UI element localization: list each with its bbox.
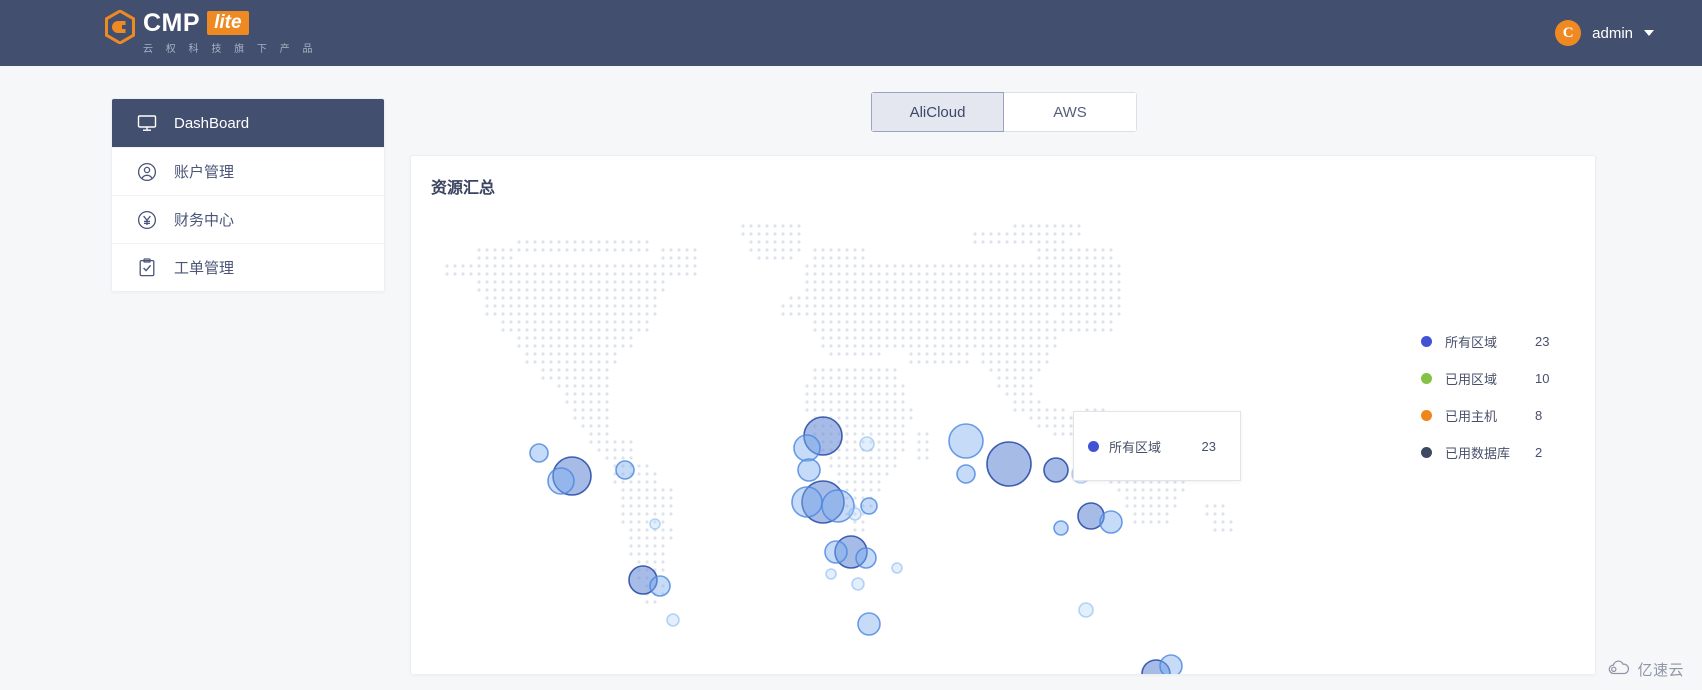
legend-label: 已用主机 — [1445, 409, 1498, 424]
logo-name: CMP — [143, 9, 201, 37]
legend-value: 23 — [1535, 334, 1550, 349]
legend-item-all-regions[interactable]: 所有区域 23 — [1421, 323, 1549, 360]
legend-value: 2 — [1535, 445, 1543, 460]
legend-value: 8 — [1535, 408, 1543, 423]
sidebar-item-dashboard[interactable]: DashBoard — [112, 99, 384, 147]
map-legend: 所有区域 23 已用区域 10 已用主机 8 已用数据库 2 — [1421, 323, 1549, 471]
sidebar-item-label: 工单管理 — [174, 260, 235, 277]
legend-label: 已用数据库 — [1445, 446, 1511, 461]
cloud-icon — [1607, 660, 1631, 679]
cmp-hex-logo-icon — [105, 9, 135, 45]
chevron-down-icon[interactable] — [1644, 30, 1654, 36]
sidebar-item-account[interactable]: 账户管理 — [112, 147, 384, 195]
tooltip-color-dot — [1088, 440, 1099, 452]
monitor-icon — [136, 112, 158, 134]
yen-circle-icon — [136, 209, 158, 231]
user-menu[interactable]: C admin — [1555, 0, 1654, 66]
legend-color-dot — [1421, 410, 1432, 421]
user-avatar-icon: C — [1555, 20, 1582, 46]
legend-label: 已用区域 — [1445, 372, 1498, 387]
legend-item-used-hosts[interactable]: 已用主机 8 — [1421, 397, 1549, 434]
resource-summary-card: 资源汇总 所有区域 23 所有区域 23 已用区域 10 已用主机 8 已用数据… — [410, 155, 1596, 675]
tooltip-value: 23 — [1201, 438, 1216, 454]
map-tooltip: 所有区域 23 — [1073, 411, 1241, 481]
legend-value: 10 — [1535, 371, 1550, 386]
tab-aws[interactable]: AWS — [1004, 92, 1137, 132]
sidebar-item-label: DashBoard — [174, 114, 250, 132]
legend-label: 所有区域 — [1445, 335, 1498, 350]
legend-color-dot — [1421, 447, 1432, 458]
tooltip-label: 所有区域 — [1109, 439, 1162, 455]
user-name-label: admin — [1592, 24, 1633, 42]
sidebar-item-finance[interactable]: 财务中心 — [112, 195, 384, 243]
logo-subtitle: 云 权 科 技 旗 下 产 品 — [143, 44, 318, 55]
app-logo[interactable]: CMP lite 云 权 科 技 旗 下 产 品 — [105, 9, 318, 55]
legend-item-used-databases[interactable]: 已用数据库 2 — [1421, 434, 1549, 471]
app-header: CMP lite 云 权 科 技 旗 下 产 品 C admin — [0, 0, 1702, 66]
watermark: 亿速云 — [1607, 659, 1684, 680]
page-title: 资源汇总 — [431, 180, 496, 197]
sidebar: DashBoard 账户管理 财务中心 工单管理 — [111, 98, 385, 292]
world-bubble-map[interactable] — [411, 206, 1595, 674]
legend-color-dot — [1421, 373, 1432, 384]
logo-badge: lite — [207, 11, 249, 35]
cloud-provider-tabs: AliCloud AWS — [871, 92, 1137, 132]
legend-item-used-regions[interactable]: 已用区域 10 — [1421, 360, 1549, 397]
sidebar-item-label: 财务中心 — [174, 212, 235, 229]
sidebar-item-ticket[interactable]: 工单管理 — [112, 243, 384, 291]
clipboard-check-icon — [136, 257, 158, 279]
map-canvas — [445, 224, 1233, 674]
legend-color-dot — [1421, 336, 1432, 347]
user-circle-icon — [136, 161, 158, 183]
watermark-text: 亿速云 — [1637, 662, 1684, 679]
tab-alicloud[interactable]: AliCloud — [871, 92, 1004, 132]
sidebar-item-label: 账户管理 — [174, 164, 235, 181]
